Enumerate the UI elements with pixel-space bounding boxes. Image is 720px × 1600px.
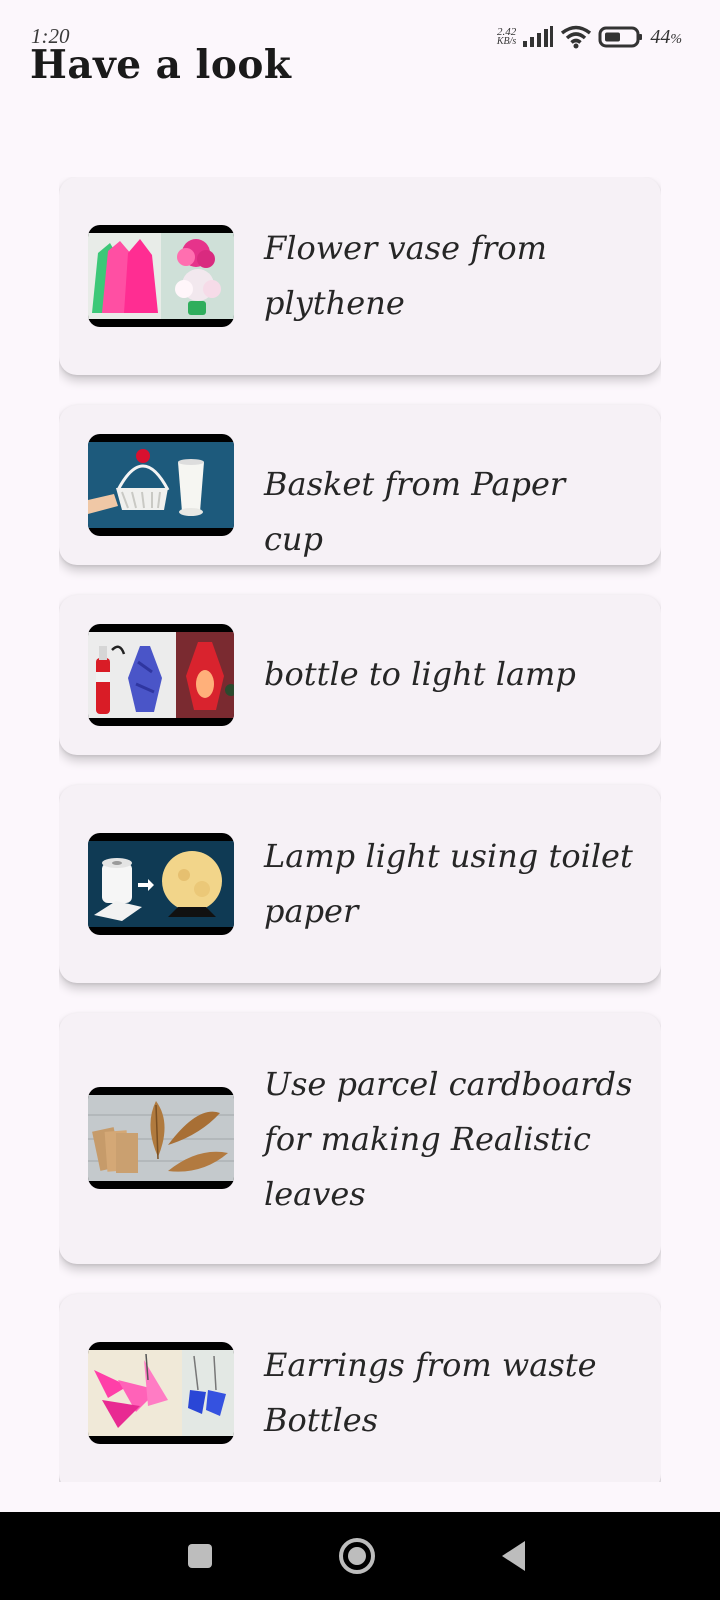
craft-card-paper-cup-basket[interactable]: Basket from Paper cup bbox=[59, 405, 661, 565]
card-title: Flower vase from plythene bbox=[264, 229, 547, 322]
battery-icon bbox=[598, 26, 643, 48]
craft-card-bottle-lamp[interactable]: bottle to light lamp bbox=[59, 595, 661, 755]
battery-percent-value: 44 bbox=[650, 25, 671, 48]
craft-list[interactable]: Flower vase from plythene Basket from Pa… bbox=[59, 177, 661, 1482]
recents-square-icon bbox=[188, 1544, 212, 1568]
wifi-icon bbox=[561, 25, 592, 49]
navigation-bar bbox=[0, 1512, 720, 1600]
signal-icon bbox=[523, 26, 554, 47]
screen: 1:20 2.42 KB/s 44% Have a look Flower va… bbox=[0, 0, 720, 1600]
craft-card-bottle-earrings[interactable]: Earrings from waste Bottles bbox=[59, 1294, 661, 1482]
home-button[interactable] bbox=[317, 1512, 397, 1600]
cardboard-leaves-thumbnail bbox=[88, 1087, 234, 1189]
battery-percentage: 44% bbox=[650, 26, 682, 49]
card-title: Basket from Paper cup bbox=[264, 465, 566, 558]
bottle-lamp-thumbnail bbox=[88, 624, 234, 726]
status-icons: 2.42 KB/s 44% bbox=[497, 24, 682, 50]
bottle-earrings-thumbnail bbox=[88, 1342, 234, 1444]
recents-button[interactable] bbox=[160, 1512, 240, 1600]
back-button[interactable] bbox=[474, 1512, 554, 1600]
paper-cup-basket-thumbnail bbox=[88, 434, 234, 536]
home-circle-icon bbox=[339, 1538, 375, 1574]
network-speed: 2.42 KB/s bbox=[497, 27, 516, 47]
toilet-paper-lamp-thumbnail bbox=[88, 833, 234, 935]
craft-card-cardboard-leaves[interactable]: Use parcel cardboards for making Realist… bbox=[59, 1013, 661, 1264]
card-title: Earrings from waste Bottles bbox=[264, 1346, 597, 1439]
card-title: Use parcel cardboards for making Realist… bbox=[264, 1065, 633, 1213]
page-title: Have a look bbox=[30, 42, 292, 88]
back-triangle-icon bbox=[502, 1541, 525, 1571]
craft-card-toilet-paper-lamp[interactable]: Lamp light using toilet paper bbox=[59, 785, 661, 983]
craft-card-flower-vase[interactable]: Flower vase from plythene bbox=[59, 177, 661, 375]
network-speed-unit: KB/s bbox=[496, 36, 517, 47]
card-title: Lamp light using toilet paper bbox=[264, 837, 633, 930]
card-title: bottle to light lamp bbox=[264, 655, 576, 693]
flower-vase-thumbnail bbox=[88, 225, 234, 327]
battery-percent-symbol: % bbox=[670, 31, 682, 47]
